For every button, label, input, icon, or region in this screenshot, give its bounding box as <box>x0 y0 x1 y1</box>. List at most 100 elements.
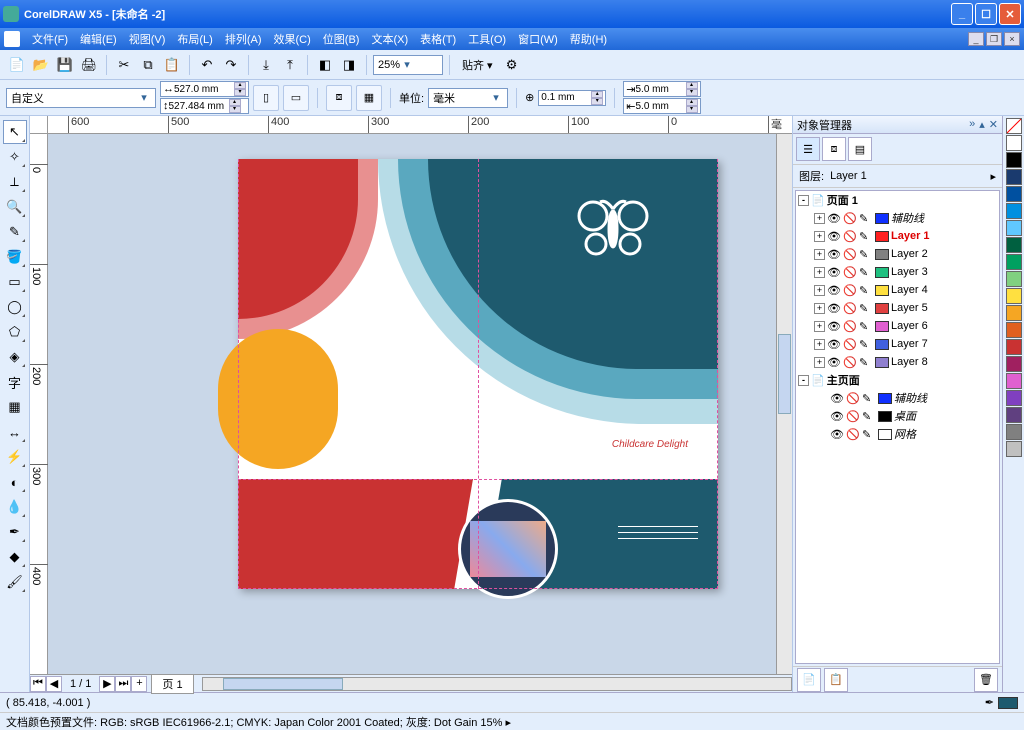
freehand-tool[interactable]: ✎ <box>3 220 27 244</box>
menu-视图V[interactable]: 视图(V) <box>123 29 172 49</box>
table-tool[interactable]: ▦ <box>3 395 27 419</box>
basic-shapes-tool[interactable]: ◈ <box>3 345 27 369</box>
color-swatch[interactable] <box>1006 424 1022 440</box>
interactive-tool[interactable]: ◐ <box>3 470 27 494</box>
interactive-fill-tool[interactable]: 🖌 <box>3 570 27 594</box>
units-combo[interactable]: 毫米▾ <box>428 88 508 108</box>
copy-button[interactable]: ⧉ <box>137 54 159 76</box>
nudge-input[interactable]: ▴▾ <box>538 90 606 106</box>
cut-button[interactable]: ✂ <box>113 54 135 76</box>
color-swatch[interactable] <box>1006 305 1022 321</box>
color-swatch[interactable] <box>1006 203 1022 219</box>
eyedropper-tool[interactable]: 💧 <box>3 495 27 519</box>
landscape-button[interactable]: ▭ <box>283 85 309 111</box>
page-preset-combo[interactable]: 自定义▾ <box>6 88 156 108</box>
menu-工具O[interactable]: 工具(O) <box>462 29 512 49</box>
tree-row[interactable]: +👁🚫✎ Layer 1 <box>796 227 999 245</box>
color-swatch[interactable] <box>1006 390 1022 406</box>
text-tool[interactable]: 字 <box>3 370 27 394</box>
welcome-button[interactable]: ◨ <box>338 54 360 76</box>
color-swatch[interactable] <box>1006 254 1022 270</box>
new-layer-button[interactable]: 📄 <box>797 668 821 692</box>
tree-row[interactable]: +👁🚫✎ Layer 2 <box>796 245 999 263</box>
tree-row[interactable]: - 📄 页面 1 <box>796 191 999 209</box>
all-pages-button[interactable]: ⧈ <box>326 85 352 111</box>
view-pages-button[interactable]: ⧈ <box>822 137 846 161</box>
color-swatch[interactable] <box>1006 407 1022 423</box>
tree-row[interactable]: - 📄 主页面 <box>796 371 999 389</box>
snap-menu[interactable]: 贴齐 ▾ <box>456 55 499 75</box>
portrait-button[interactable]: ▯ <box>253 85 279 111</box>
new-master-layer-button[interactable]: 📋 <box>824 668 848 692</box>
page-width-input[interactable]: ↔▴▾ <box>160 81 249 97</box>
add-page-button[interactable]: + <box>131 676 147 692</box>
pick-tool[interactable]: ↖ <box>3 120 27 144</box>
menu-位图B[interactable]: 位图(B) <box>317 29 366 49</box>
zoom-combo[interactable]: 25%▾ <box>373 55 443 75</box>
docker-expand-icon[interactable]: » <box>969 118 975 131</box>
color-swatch[interactable] <box>1006 356 1022 372</box>
app-menu-icon[interactable] <box>4 31 20 47</box>
color-swatch[interactable] <box>1006 220 1022 236</box>
connector-tool[interactable]: ⚡ <box>3 445 27 469</box>
prev-page-button[interactable]: ◀ <box>46 676 62 692</box>
app-launcher-button[interactable]: ◧ <box>314 54 336 76</box>
menu-布局L[interactable]: 布局(L) <box>171 29 218 49</box>
options-button[interactable]: ⚙ <box>501 54 523 76</box>
no-color-swatch[interactable] <box>1006 118 1022 134</box>
last-page-button[interactable]: ⏭ <box>115 676 131 692</box>
fill-tool[interactable]: ◆ <box>3 545 27 569</box>
tree-row[interactable]: +👁🚫✎ 辅助线 <box>796 209 999 227</box>
new-button[interactable]: 📄 <box>6 54 28 76</box>
color-swatch[interactable] <box>1006 152 1022 168</box>
redo-button[interactable]: ↷ <box>220 54 242 76</box>
save-button[interactable]: 💾 <box>54 54 76 76</box>
tree-row[interactable]: +👁🚫✎ Layer 4 <box>796 281 999 299</box>
shape-tool[interactable]: ✧ <box>3 145 27 169</box>
view-layers-button[interactable]: ☰ <box>796 137 820 161</box>
print-button[interactable]: 🖨 <box>78 54 100 76</box>
docker-close-icon[interactable]: ✕ <box>989 118 998 131</box>
duplicate-y-input[interactable]: ⇤▴▾ <box>623 98 700 114</box>
color-swatch[interactable] <box>1006 288 1022 304</box>
layer-flyout-icon[interactable]: ▸ <box>990 170 996 183</box>
tree-row[interactable]: 👁🚫✎ 辅助线 <box>796 389 999 407</box>
menu-帮助H[interactable]: 帮助(H) <box>564 29 613 49</box>
canvas[interactable]: Childcare Delight <box>48 134 776 674</box>
color-swatch[interactable] <box>1006 271 1022 287</box>
dimension-tool[interactable]: ↔ <box>3 420 27 444</box>
close-button[interactable]: ✕ <box>999 3 1021 25</box>
tree-row[interactable]: 👁🚫✎ 桌面 <box>796 407 999 425</box>
menu-排列A[interactable]: 排列(A) <box>219 29 268 49</box>
menu-窗口W[interactable]: 窗口(W) <box>512 29 564 49</box>
color-swatch[interactable] <box>1006 339 1022 355</box>
crop-tool[interactable]: ⟂ <box>3 170 27 194</box>
layer-manager-button[interactable]: ▤ <box>848 137 872 161</box>
import-button[interactable]: ⤓ <box>255 54 277 76</box>
ruler-vertical[interactable]: 0100200300400 <box>30 134 48 674</box>
menu-编辑E[interactable]: 编辑(E) <box>74 29 123 49</box>
tree-row[interactable]: +👁🚫✎ Layer 5 <box>796 299 999 317</box>
doc-close-button[interactable]: × <box>1004 32 1020 46</box>
doc-minimize-button[interactable]: _ <box>968 32 984 46</box>
color-swatch[interactable] <box>1006 186 1022 202</box>
color-swatch[interactable] <box>1006 135 1022 151</box>
delete-layer-button[interactable]: 🗑 <box>974 668 998 692</box>
menu-表格T[interactable]: 表格(T) <box>414 29 462 49</box>
outline-tool[interactable]: ✒ <box>3 520 27 544</box>
undo-button[interactable]: ↶ <box>196 54 218 76</box>
vertical-scrollbar[interactable] <box>776 134 792 674</box>
zoom-tool[interactable]: 🔍 <box>3 195 27 219</box>
outline-pen-icon[interactable]: ✒ <box>985 696 994 709</box>
color-swatch[interactable] <box>1006 169 1022 185</box>
rectangle-tool[interactable]: ▭ <box>3 270 27 294</box>
tree-row[interactable]: +👁🚫✎ Layer 6 <box>796 317 999 335</box>
maximize-button[interactable]: ☐ <box>975 3 997 25</box>
menu-文本X[interactable]: 文本(X) <box>365 29 414 49</box>
layer-tree[interactable]: - 📄 页面 1+👁🚫✎ 辅助线+👁🚫✎ Layer 1+👁🚫✎ Layer 2… <box>795 190 1000 664</box>
color-swatch[interactable] <box>1006 237 1022 253</box>
export-button[interactable]: ⤒ <box>279 54 301 76</box>
page-height-input[interactable]: ↕▴▾ <box>160 98 249 114</box>
menu-文件F[interactable]: 文件(F) <box>26 29 74 49</box>
menu-效果C[interactable]: 效果(C) <box>268 29 317 49</box>
